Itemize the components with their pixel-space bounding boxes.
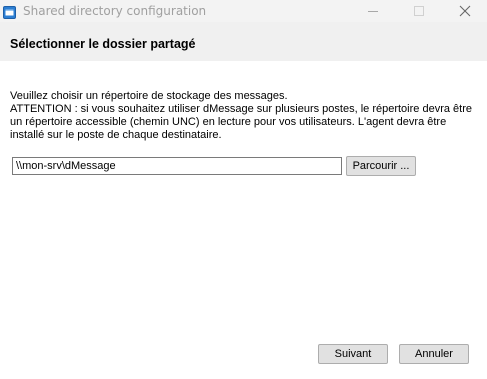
minimize-button[interactable] xyxy=(351,0,397,22)
browse-button[interactable]: Parcourir ... xyxy=(346,156,416,176)
dialog-window: Shared directory configuration Sélection… xyxy=(0,0,487,379)
header-panel: Sélectionner le dossier partagé xyxy=(0,22,487,61)
window-title: Shared directory configuration xyxy=(23,4,207,18)
shared-path-input[interactable] xyxy=(12,157,342,175)
instruction-line: installé sur le poste de chaque destinat… xyxy=(10,129,222,141)
close-icon xyxy=(459,5,471,17)
cancel-button[interactable]: Annuler xyxy=(399,344,469,364)
instruction-line: ATTENTION : si vous souhaitez utiliser d… xyxy=(10,103,472,115)
instruction-line: un répertoire accessible (chemin UNC) en… xyxy=(10,116,447,128)
app-window-icon xyxy=(3,4,16,19)
page-title: Sélectionner le dossier partagé xyxy=(10,37,196,51)
minimize-icon xyxy=(368,11,378,12)
instructions-text: Veuillez choisir un répertoire de stocka… xyxy=(10,90,480,142)
title-bar[interactable]: Shared directory configuration xyxy=(0,0,487,22)
maximize-button[interactable] xyxy=(397,0,443,22)
next-button[interactable]: Suivant xyxy=(318,344,388,364)
close-button[interactable] xyxy=(443,0,487,22)
instruction-line: Veuillez choisir un répertoire de stocka… xyxy=(10,90,288,102)
maximize-icon xyxy=(414,6,424,16)
